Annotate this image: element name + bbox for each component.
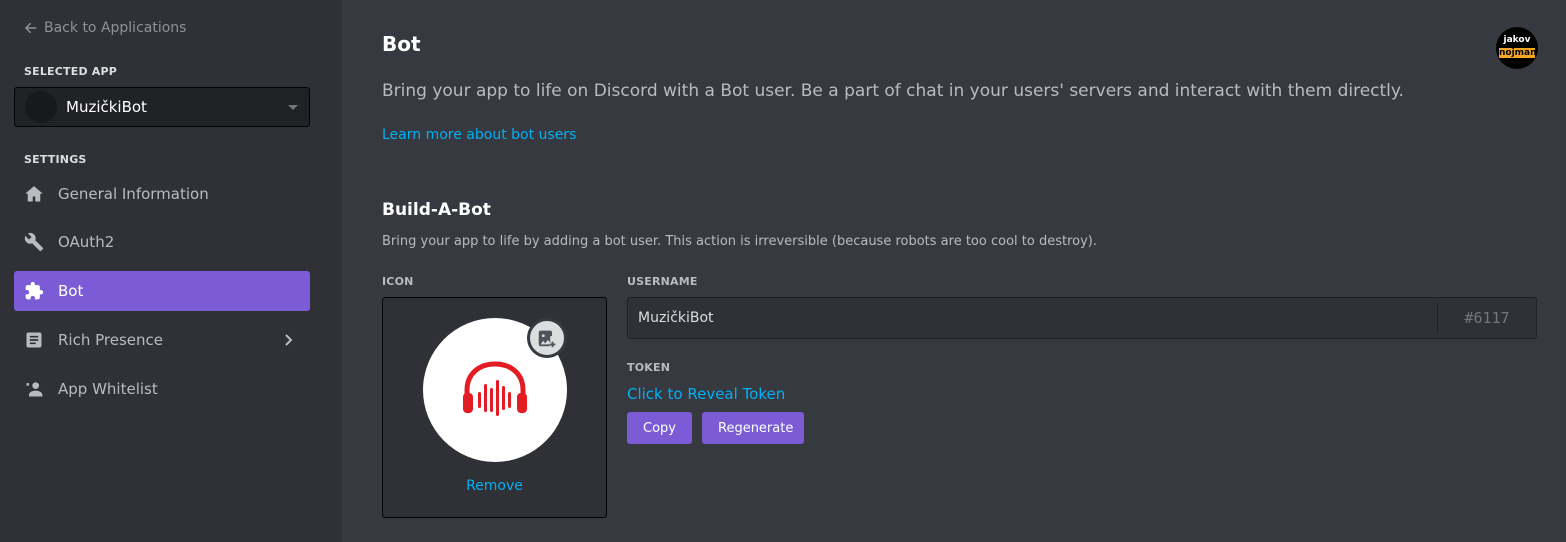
sidebar-item-bot[interactable]: Bot bbox=[14, 271, 310, 311]
discriminator: #6117 bbox=[1437, 303, 1536, 333]
page-title: Bot bbox=[382, 32, 421, 56]
caret-down-icon bbox=[288, 105, 298, 110]
username-field: #6117 bbox=[627, 297, 1537, 339]
token-label: TOKEN bbox=[627, 361, 671, 374]
username-input[interactable] bbox=[628, 298, 1437, 338]
avatar-text-line1: jakov bbox=[1503, 35, 1531, 45]
sidebar-item-label: General Information bbox=[58, 185, 209, 203]
headphones-soundwave-icon bbox=[463, 361, 527, 416]
app-name: MuzičkiBot bbox=[66, 98, 147, 116]
build-a-bot-description: Bring your app to life by adding a bot u… bbox=[382, 234, 1097, 249]
person-icon bbox=[24, 379, 44, 399]
home-icon bbox=[24, 184, 44, 204]
app-selector-dropdown[interactable]: MuzičkiBot bbox=[14, 87, 310, 127]
icon-label: ICON bbox=[382, 275, 414, 288]
avatar-text-line2: nojman bbox=[1499, 48, 1537, 58]
sidebar-item-app-whitelist[interactable]: App Whitelist bbox=[14, 369, 310, 409]
copy-token-button[interactable]: Copy bbox=[627, 412, 692, 444]
learn-more-bot-users-link[interactable]: Learn more about bot users bbox=[382, 127, 576, 143]
sidebar-item-oauth2[interactable]: OAuth2 bbox=[14, 222, 310, 262]
bot-icon-panel: Remove bbox=[382, 297, 607, 518]
sidebar: Back to Applications SELECTED APP Muzičk… bbox=[0, 0, 342, 542]
sidebar-item-label: Rich Presence bbox=[58, 331, 163, 349]
reveal-token-link[interactable]: Click to Reveal Token bbox=[627, 385, 785, 403]
sidebar-item-label: App Whitelist bbox=[58, 380, 158, 398]
upload-image-button[interactable] bbox=[527, 318, 567, 358]
back-to-applications-link[interactable]: Back to Applications bbox=[24, 17, 186, 39]
selected-app-heading: SELECTED APP bbox=[24, 65, 118, 78]
puzzle-icon bbox=[24, 281, 44, 301]
user-avatar[interactable]: jakov nojman bbox=[1496, 27, 1538, 69]
settings-heading: SETTINGS bbox=[24, 153, 87, 166]
wrench-icon bbox=[24, 232, 44, 252]
sidebar-item-label: Bot bbox=[58, 282, 84, 300]
document-icon bbox=[24, 330, 44, 350]
regenerate-token-button[interactable]: Regenerate bbox=[702, 412, 804, 444]
sidebar-item-label: OAuth2 bbox=[58, 233, 115, 251]
username-label: USERNAME bbox=[627, 275, 698, 288]
app-avatar bbox=[25, 91, 57, 123]
arrow-left-icon bbox=[24, 22, 37, 34]
back-link-label: Back to Applications bbox=[44, 20, 187, 36]
build-a-bot-title: Build-A-Bot bbox=[382, 200, 491, 220]
sidebar-item-general-information[interactable]: General Information bbox=[14, 174, 310, 214]
main-content: Bot Bring your app to life on Discord wi… bbox=[342, 0, 1566, 542]
remove-icon-link[interactable]: Remove bbox=[383, 478, 606, 494]
add-image-icon bbox=[538, 330, 556, 348]
chevron-right-icon bbox=[280, 332, 296, 348]
sidebar-item-rich-presence[interactable]: Rich Presence bbox=[14, 320, 310, 360]
page-description: Bring your app to life on Discord with a… bbox=[382, 81, 1404, 101]
